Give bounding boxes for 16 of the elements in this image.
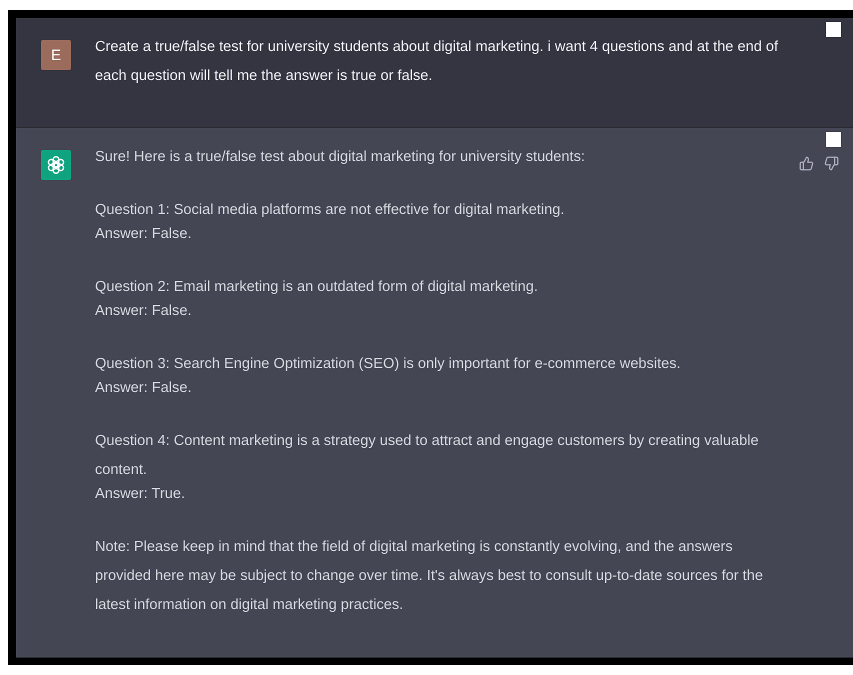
- message-text: Answer: True.: [95, 485, 186, 504]
- message-text: Question 4: Content marketing is a strategy used to attract and engage customers by creating valuable content.: [95, 432, 760, 480]
- blank-square: [826, 22, 841, 37]
- thumbs-up-icon[interactable]: [799, 156, 814, 171]
- message-text: Question 2: Email marketing is an outdated form of digital marketing.: [95, 278, 539, 297]
- message-text: Question 1: Social media platforms are not effective for digital marketing.: [95, 201, 566, 220]
- user-avatar: E: [41, 40, 71, 70]
- message-text: Answer: False.: [95, 225, 193, 244]
- thumbs-down-icon[interactable]: [824, 156, 839, 171]
- blank-square: [826, 132, 841, 147]
- message-text: Note: Please keep in mind that the field of digital marketing is constantly evolving, and the answers provided here may be subject to change over time. It's always best to consult up-to-date sources for the latest information on digital marketing practices.: [95, 538, 764, 615]
- message-text: Create a true/false test for university students about digital marketing. i want 4 questions and at the end of each question will tell me the answer is true or false.: [95, 38, 780, 86]
- message-text: Sure! Here is a true/false test about digital marketing for university students:: [95, 148, 586, 167]
- message-text: Answer: False.: [95, 302, 193, 321]
- message-text: Answer: False.: [95, 379, 193, 398]
- message-text: Question 3: Search Engine Optimization (SEO) is only important for e-commerce websites.: [95, 355, 682, 374]
